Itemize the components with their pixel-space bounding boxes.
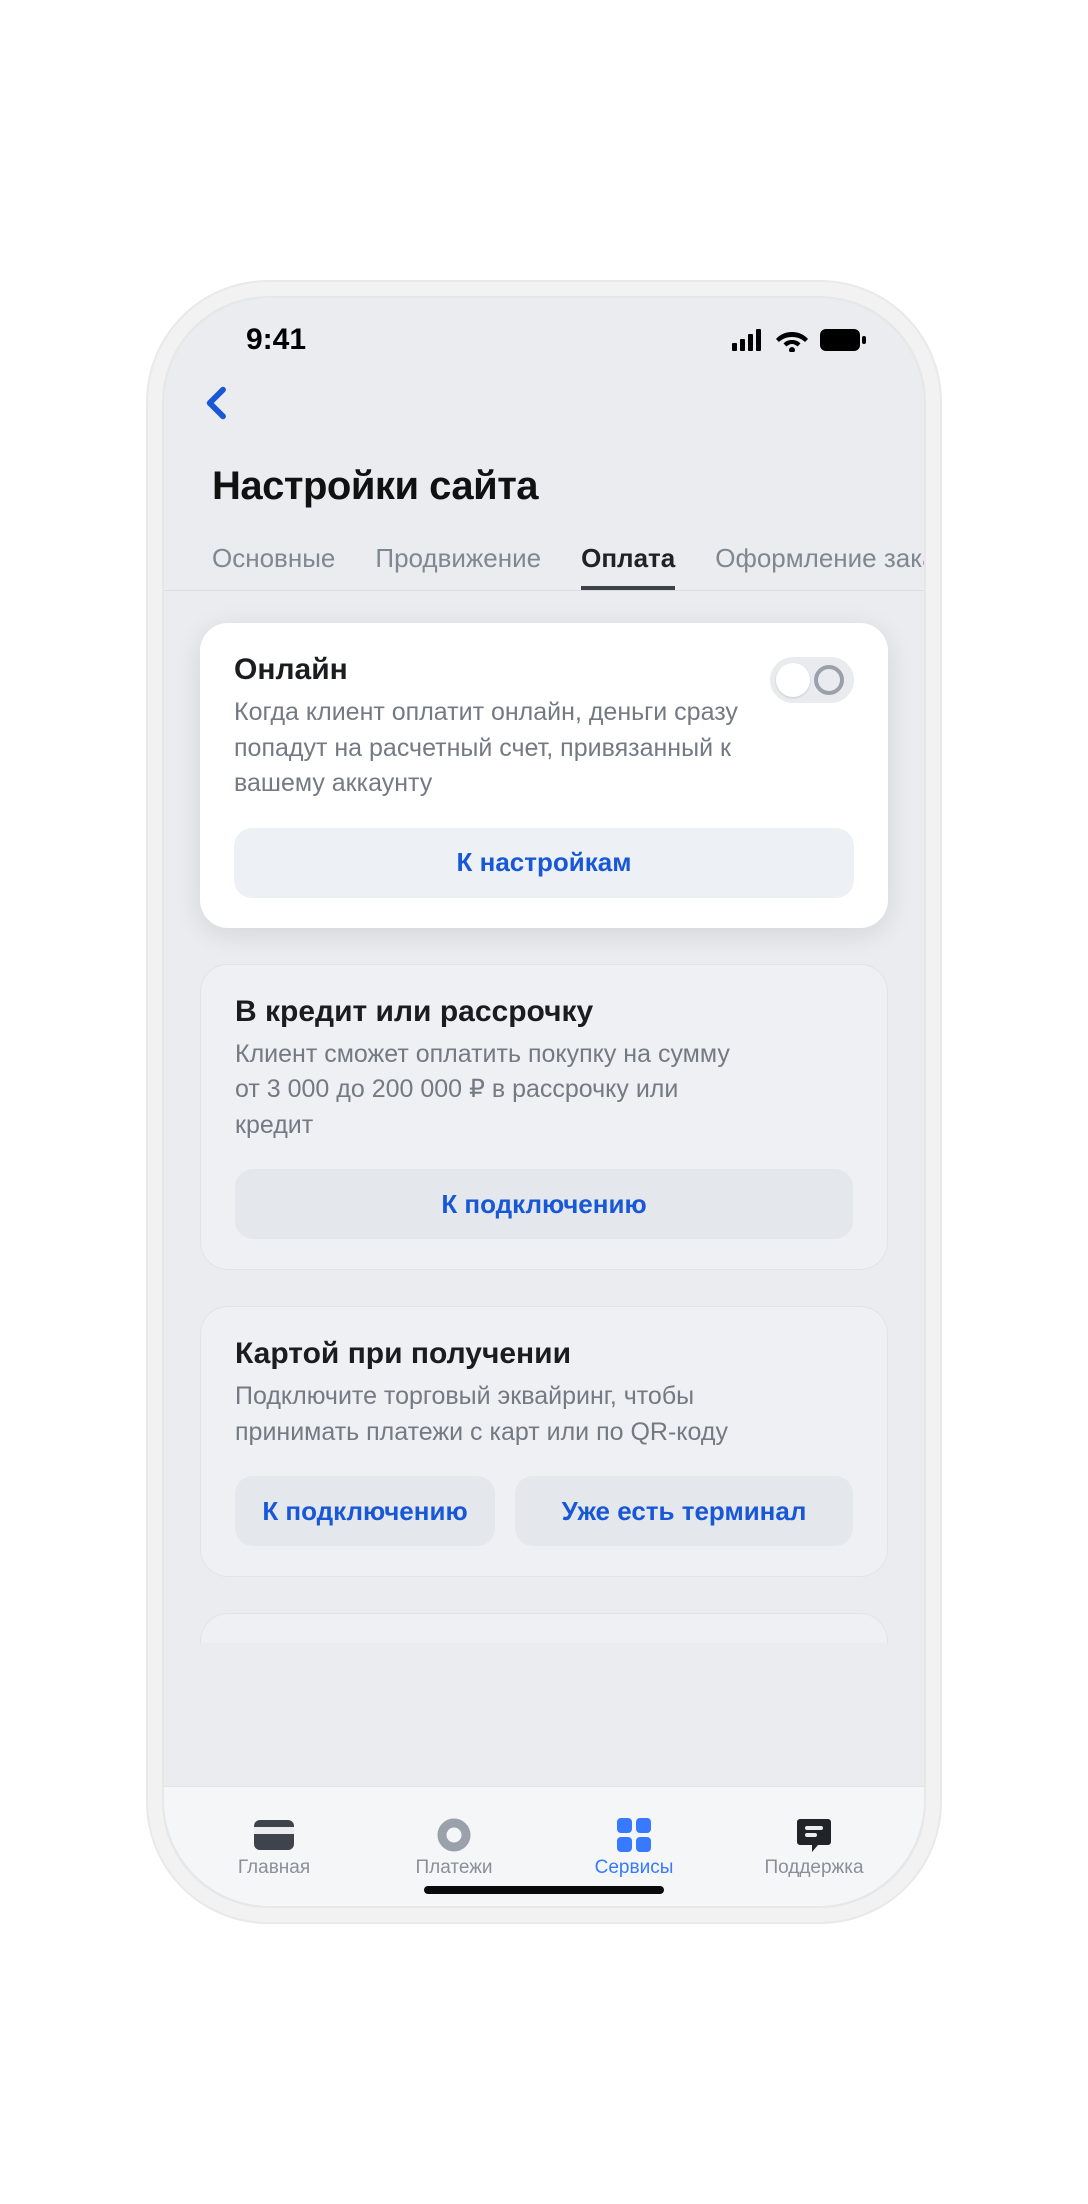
status-time: 9:41: [246, 323, 306, 357]
card-peek: [200, 1613, 888, 1643]
online-toggle[interactable]: [770, 657, 854, 703]
battery-icon: [820, 329, 866, 351]
delivery-have-terminal-button[interactable]: Уже есть терминал: [515, 1476, 853, 1546]
card-credit-desc: Клиент сможет оплатить покупку на сумму …: [235, 1037, 755, 1144]
settings-tabs: Основные Продвижение Оплата Оформление з…: [164, 531, 924, 591]
wifi-icon: [776, 328, 808, 352]
card-online-title: Онлайн: [234, 653, 754, 687]
tab-checkout[interactable]: Оформление заказа: [715, 543, 924, 590]
back-chevron-icon[interactable]: [198, 383, 238, 423]
cellular-icon: [732, 329, 764, 351]
card-online: Онлайн Когда клиент оплатит онлайн, день…: [200, 623, 888, 928]
card-on-delivery-desc: Подключите торговый эквайринг, чтобы при…: [235, 1379, 755, 1450]
top-nav: [164, 368, 924, 438]
tab-payment[interactable]: Оплата: [581, 543, 675, 590]
tab-home[interactable]: Главная: [184, 1787, 364, 1906]
card-on-delivery: Картой при получении Подключите торговый…: [200, 1306, 888, 1577]
tab-payments-label: Платежи: [415, 1857, 492, 1879]
tab-support-label: Поддержка: [764, 1857, 863, 1879]
card-online-desc: Когда клиент оплатит онлайн, деньги сраз…: [234, 695, 754, 802]
tab-home-label: Главная: [238, 1857, 310, 1879]
card-credit: В кредит или рассрочку Клиент сможет опл…: [200, 964, 888, 1271]
card-icon: [254, 1815, 294, 1855]
tab-promotion[interactable]: Продвижение: [375, 543, 541, 590]
page-title: Настройки сайта: [164, 438, 924, 531]
card-on-delivery-title: Картой при получении: [235, 1337, 853, 1371]
tab-services-label: Сервисы: [595, 1857, 674, 1879]
chat-icon: [796, 1815, 832, 1855]
credit-connect-button[interactable]: К подключению: [235, 1169, 853, 1239]
grid-icon: [617, 1815, 651, 1855]
status-bar: 9:41: [164, 298, 924, 368]
tab-support[interactable]: Поддержка: [724, 1787, 904, 1906]
tab-basic[interactable]: Основные: [212, 543, 335, 590]
circle-icon: [437, 1815, 471, 1855]
delivery-connect-button[interactable]: К подключению: [235, 1476, 495, 1546]
content-area: Онлайн Когда клиент оплатит онлайн, день…: [164, 591, 924, 1786]
card-credit-title: В кредит или рассрочку: [235, 995, 853, 1029]
home-indicator[interactable]: [424, 1886, 664, 1894]
online-settings-button[interactable]: К настройкам: [234, 828, 854, 898]
status-icons: [732, 328, 866, 352]
